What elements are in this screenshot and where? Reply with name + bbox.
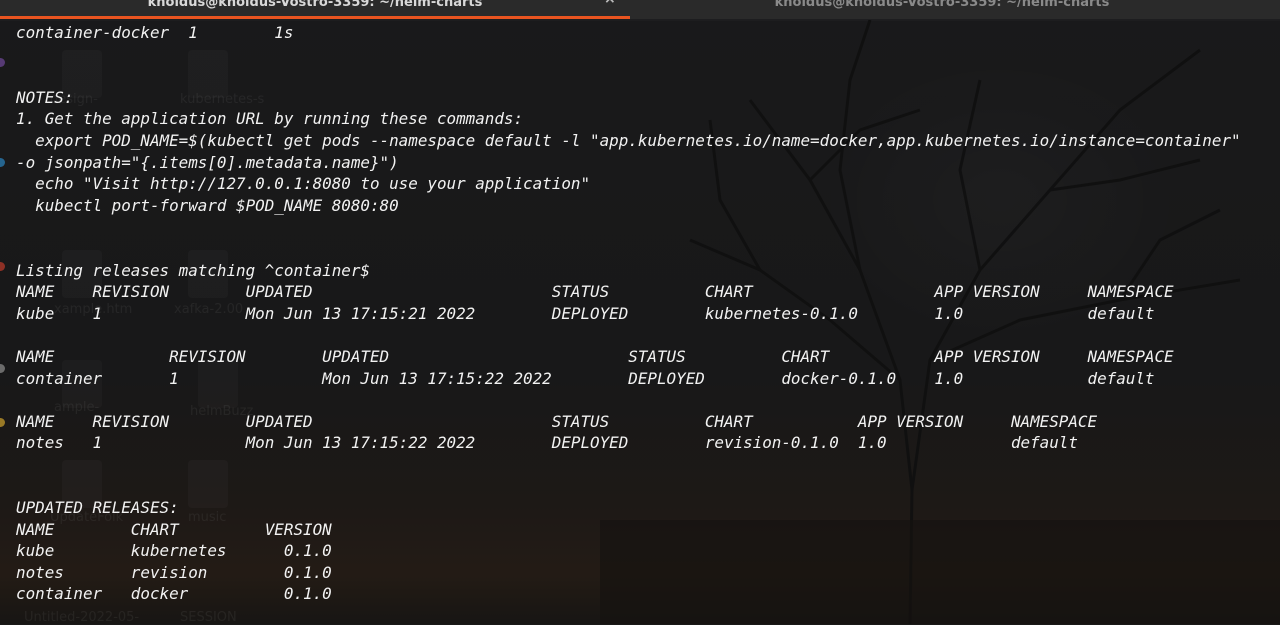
terminal-line: NOTES: <box>16 87 74 107</box>
terminal-line: NAME CHART VERSION <box>16 519 332 539</box>
terminal-line: -o jsonpath="{.items[0].metadata.name}") <box>16 152 399 172</box>
terminal-line: kubectl port-forward $POD_NAME 8080:80 <box>16 195 399 215</box>
terminal-line: container docker 0.1.0 <box>16 584 332 604</box>
tab-title: knoldus@knoldus-Vostro-3359: ~/helm-char… <box>147 0 483 10</box>
terminal-line: container 1 Mon Jun 13 17:15:22 2022 DEP… <box>16 368 1155 388</box>
terminal-output[interactable]: container-docker 1 1s NOTES: 1. Get the ap… <box>0 21 1280 624</box>
tab-active-terminal[interactable]: knoldus@knoldus-Vostro-3359: ~/helm-char… <box>0 0 630 19</box>
terminal-line: Listing releases matching ^container$ <box>16 260 370 280</box>
tab-inactive-terminal[interactable]: knoldus@knoldus-Vostro-3359: ~/helm-char… <box>632 0 1252 19</box>
terminal-line: kube kubernetes 0.1.0 <box>16 541 332 561</box>
terminal-line: NAME REVISION UPDATED STATUS CHART APP V… <box>16 411 1098 431</box>
terminal-line: NAME REVISION UPDATED STATUS CHART APP V… <box>16 346 1174 366</box>
terminal-text: container-docker 1 1s NOTES: 1. Get the ap… <box>16 22 1241 605</box>
terminal-line: kube 1 Mon Jun 13 17:15:21 2022 DEPLOYED… <box>16 303 1155 323</box>
terminal-line: notes 1 Mon Jun 13 17:15:22 2022 DEPLOYE… <box>16 433 1078 453</box>
terminal-line: echo "Visit http://127.0.0.1:8080 to use… <box>16 174 591 194</box>
tab-title: knoldus@knoldus-Vostro-3359: ~/helm-char… <box>774 0 1110 10</box>
terminal-line: container-docker 1 1s <box>16 23 294 42</box>
terminal-line: UPDATED RELEASES: <box>16 498 179 518</box>
close-icon[interactable]: × <box>604 0 616 6</box>
terminal-line: notes revision 0.1.0 <box>16 562 332 582</box>
terminal-tab-bar: knoldus@knoldus-Vostro-3359: ~/helm-char… <box>0 0 1280 19</box>
terminal-line: 1. Get the application URL by running th… <box>16 109 524 129</box>
terminal-line: export POD_NAME=$(kubectl get pods --nam… <box>16 130 1241 150</box>
terminal-line: NAME REVISION UPDATED STATUS CHART APP V… <box>16 282 1174 302</box>
